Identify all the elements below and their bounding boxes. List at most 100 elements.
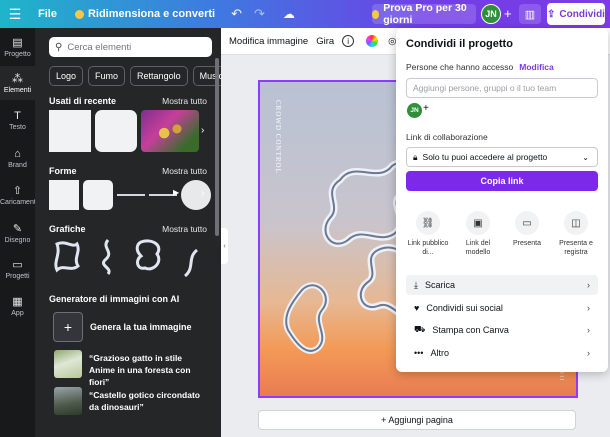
people-access-text: Persone che hanno accesso — [406, 62, 514, 72]
option-public-link[interactable]: ⛓ Link pubblico di... — [404, 211, 452, 257]
file-menu[interactable]: File — [38, 8, 57, 20]
avatar[interactable]: JN — [481, 4, 501, 24]
share-dialog: Condividi il progetto Persone che hanno … — [396, 28, 608, 372]
action-share-social[interactable]: ♥ Condividi sui social › — [406, 298, 598, 318]
rail-item-progetto[interactable]: ▤ Progetto — [0, 36, 35, 58]
recent-show-all[interactable]: Mostra tutto — [162, 96, 207, 106]
action-label: Scarica — [424, 280, 455, 290]
chip-rettangolo[interactable]: Rettangolo — [130, 66, 188, 86]
graphics-title: Grafiche — [49, 224, 86, 234]
rail-item-caricamenti[interactable]: ⇧ Caricamenti — [0, 184, 37, 206]
option-template-link[interactable]: ▣ Link del modello — [454, 211, 502, 257]
chrome-shape-graphic[interactable] — [51, 238, 83, 276]
rail-item-elementi[interactable]: ⁂ Elementi — [0, 66, 35, 100]
rail-item-brand[interactable]: ⌂ Brand — [0, 148, 35, 169]
collaborator-avatar[interactable]: JN — [407, 103, 422, 118]
filter-chips: Logo Fumo Rettangolo Music — [49, 66, 221, 86]
rail-item-progetti[interactable]: ▭ Progetti — [0, 258, 35, 280]
chip-logo[interactable]: Logo — [49, 66, 84, 86]
crown-icon — [74, 9, 84, 19]
search-icon: ⚲ — [55, 41, 63, 53]
chrome-squiggle-graphic[interactable] — [97, 238, 119, 276]
rail-item-app[interactable]: ▦ App — [0, 295, 35, 317]
rail-label: App — [11, 310, 24, 317]
resize-label: Ridimensiona e converti — [87, 8, 216, 20]
canvas-corner-text[interactable]: I I I — [558, 372, 564, 380]
rail-item-testo[interactable]: T Testo — [0, 110, 35, 131]
folder-icon: ▭ — [12, 259, 23, 271]
side-rail: ▤ Progetto ⁂ Elementi T Testo ⌂ Brand ⇧ … — [0, 28, 37, 437]
rail-label: Elementi — [3, 87, 32, 94]
edit-image-button[interactable]: Modifica immagine — [229, 36, 308, 47]
plus-icon: + — [63, 319, 73, 335]
shapes-show-all[interactable]: Mostra tutto — [162, 166, 207, 176]
download-icon: ⤓ — [414, 279, 418, 290]
resize-button[interactable]: Ridimensiona e converti — [74, 8, 216, 20]
action-print[interactable]: ⛟ Stampa con Canva › — [406, 320, 598, 340]
crown-icon — [372, 9, 380, 19]
canvas-vertical-title[interactable]: CROWD CONTROL — [274, 100, 282, 174]
ai-example-castle-thumb[interactable] — [54, 387, 82, 415]
rail-label: Progetto — [4, 51, 31, 58]
panel-scrollbar[interactable] — [215, 58, 219, 236]
info-icon[interactable]: i — [342, 35, 355, 47]
recent-square[interactable] — [49, 110, 91, 152]
ai-example-castle[interactable]: “Castello gotico circondato da dinosauri… — [89, 389, 209, 413]
public-link-icon: ⛓ — [416, 211, 440, 235]
chrome-curve-graphic[interactable] — [181, 244, 201, 282]
rotate-button[interactable]: Gira — [316, 36, 334, 47]
link-access-select[interactable]: 🔒︎ Solo tu puoi accedere al progetto ⌄ — [406, 147, 598, 167]
rail-label: Disegno — [4, 237, 31, 244]
option-present[interactable]: ▭ Presenta — [503, 211, 551, 248]
shape-circle[interactable] — [181, 180, 211, 210]
add-collaborator-icon[interactable]: + — [504, 6, 512, 21]
copy-link-button[interactable]: Copia link — [406, 171, 598, 191]
undo-icon[interactable]: ↶ — [231, 6, 242, 22]
rail-label: Brand — [8, 162, 27, 169]
option-label: Presenta e registra — [559, 240, 593, 256]
action-label: Altro — [430, 348, 449, 358]
generate-image-label[interactable]: Genera la tua immagine — [90, 322, 192, 332]
shape-line[interactable] — [117, 194, 145, 196]
collapse-panel-handle[interactable]: ‹ — [221, 228, 228, 264]
edit-access-link[interactable]: Modifica — [519, 62, 553, 72]
chevron-right-icon: › — [587, 325, 590, 335]
chip-fumo[interactable]: Fumo — [88, 66, 126, 86]
ai-example-cat[interactable]: “Grazioso gatto in stile Anime in una fo… — [89, 352, 209, 388]
chevron-right-icon[interactable]: › — [201, 125, 204, 136]
search-input[interactable] — [67, 41, 208, 53]
recent-butterfly-image[interactable] — [141, 110, 199, 152]
recent-rounded-square[interactable] — [95, 110, 137, 152]
share-button[interactable]: ⇪ Condividi — [547, 3, 605, 25]
action-download[interactable]: ⤓ Scarica › — [406, 275, 598, 295]
insights-icon[interactable]: ▥ — [519, 4, 541, 24]
link-access-value: Solo tu puoi accedere al progetto — [422, 152, 548, 162]
chrome-blob-graphic[interactable] — [133, 238, 165, 276]
action-label: Condividi sui social — [426, 303, 503, 313]
collab-link-label: Link di collaborazione — [406, 132, 488, 142]
shape-rounded-square[interactable] — [83, 180, 113, 210]
draw-icon: ✎ — [12, 223, 23, 235]
rail-item-disegno[interactable]: ✎ Disegno — [0, 222, 35, 244]
chevron-down-icon: ⌄ — [582, 152, 589, 162]
apps-icon: ▦ — [12, 296, 23, 308]
chevron-right-icon[interactable]: › — [201, 188, 204, 199]
cloud-icon[interactable]: ☁ — [283, 7, 295, 21]
recent-title: Usati di recente — [49, 96, 117, 106]
try-pro-button[interactable]: Prova Pro per 30 giorni — [372, 2, 476, 26]
add-person-icon[interactable]: + — [423, 103, 429, 114]
shape-square[interactable] — [49, 180, 79, 210]
generate-image-button[interactable]: + — [53, 312, 83, 342]
graphics-show-all[interactable]: Mostra tutto — [162, 224, 207, 234]
redo-icon[interactable]: ↷ — [254, 6, 265, 22]
option-present-record[interactable]: ◫ Presenta e registra — [552, 211, 600, 257]
record-icon: ◫ — [564, 211, 588, 235]
color-wheel-icon[interactable] — [366, 35, 379, 47]
ai-example-cat-thumb[interactable] — [54, 350, 82, 378]
elements-icon: ⁂ — [12, 73, 23, 85]
menu-icon[interactable]: ☰ — [0, 6, 30, 23]
action-more[interactable]: ••• Altro › — [406, 343, 598, 363]
add-people-input[interactable]: Aggiungi persone, gruppi o il tuo team — [406, 78, 598, 98]
add-page-button[interactable]: + Aggiungi pagina — [258, 410, 576, 430]
search-box[interactable]: ⚲ — [49, 37, 212, 57]
